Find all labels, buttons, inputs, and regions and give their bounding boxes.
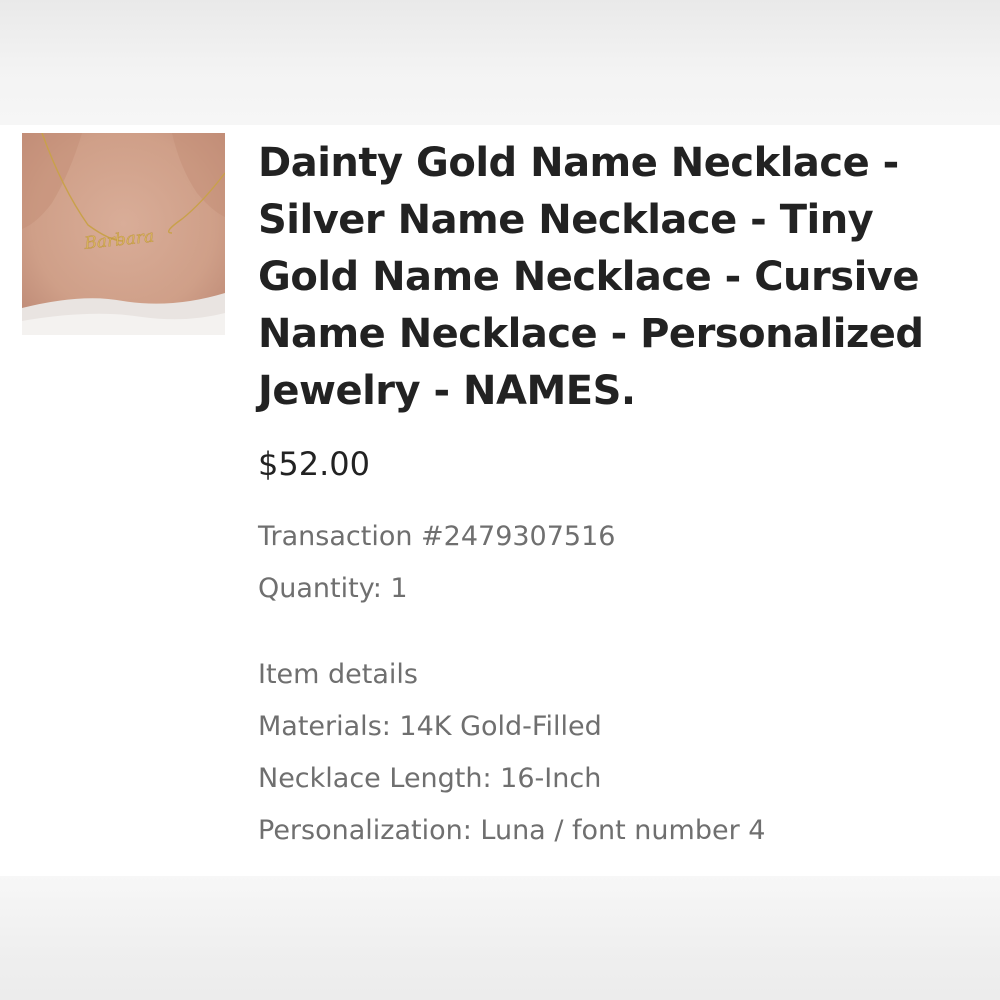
- item-details-section: Item details Materials: 14K Gold-Filled …: [258, 649, 978, 857]
- transaction-number: Transaction #2479307516: [258, 521, 616, 552]
- blurred-background-bottom: [0, 876, 1000, 1000]
- product-title[interactable]: Dainty Gold Name Necklace - Silver Name …: [258, 135, 978, 420]
- title-line: Gold Name Necklace - Cursive: [258, 254, 919, 300]
- necklace-photo: Barbara: [22, 133, 225, 335]
- item-details-heading: Item details: [258, 659, 418, 690]
- title-line: Name Necklace - Personalized: [258, 311, 924, 357]
- blurred-background-top: [0, 0, 1000, 125]
- title-line: Silver Name Necklace - Tiny: [258, 197, 874, 243]
- product-thumbnail[interactable]: Barbara: [22, 133, 225, 335]
- necklace-length: Necklace Length: 16-Inch: [258, 763, 602, 794]
- title-line: Jewelry - NAMES.: [258, 368, 636, 414]
- quantity: Quantity: 1: [258, 573, 408, 604]
- materials: Materials: 14K Gold-Filled: [258, 711, 602, 742]
- order-item-card: Barbara Dainty Gold Name Necklace - Silv…: [0, 125, 1000, 876]
- personalization: Personalization: Luna / font number 4: [258, 815, 766, 846]
- title-line: Dainty Gold Name Necklace -: [258, 140, 899, 186]
- product-price: $52.00: [258, 445, 370, 483]
- transaction-info: Transaction #2479307516 Quantity: 1: [258, 511, 978, 615]
- item-details-column: Dainty Gold Name Necklace - Silver Name …: [258, 135, 978, 857]
